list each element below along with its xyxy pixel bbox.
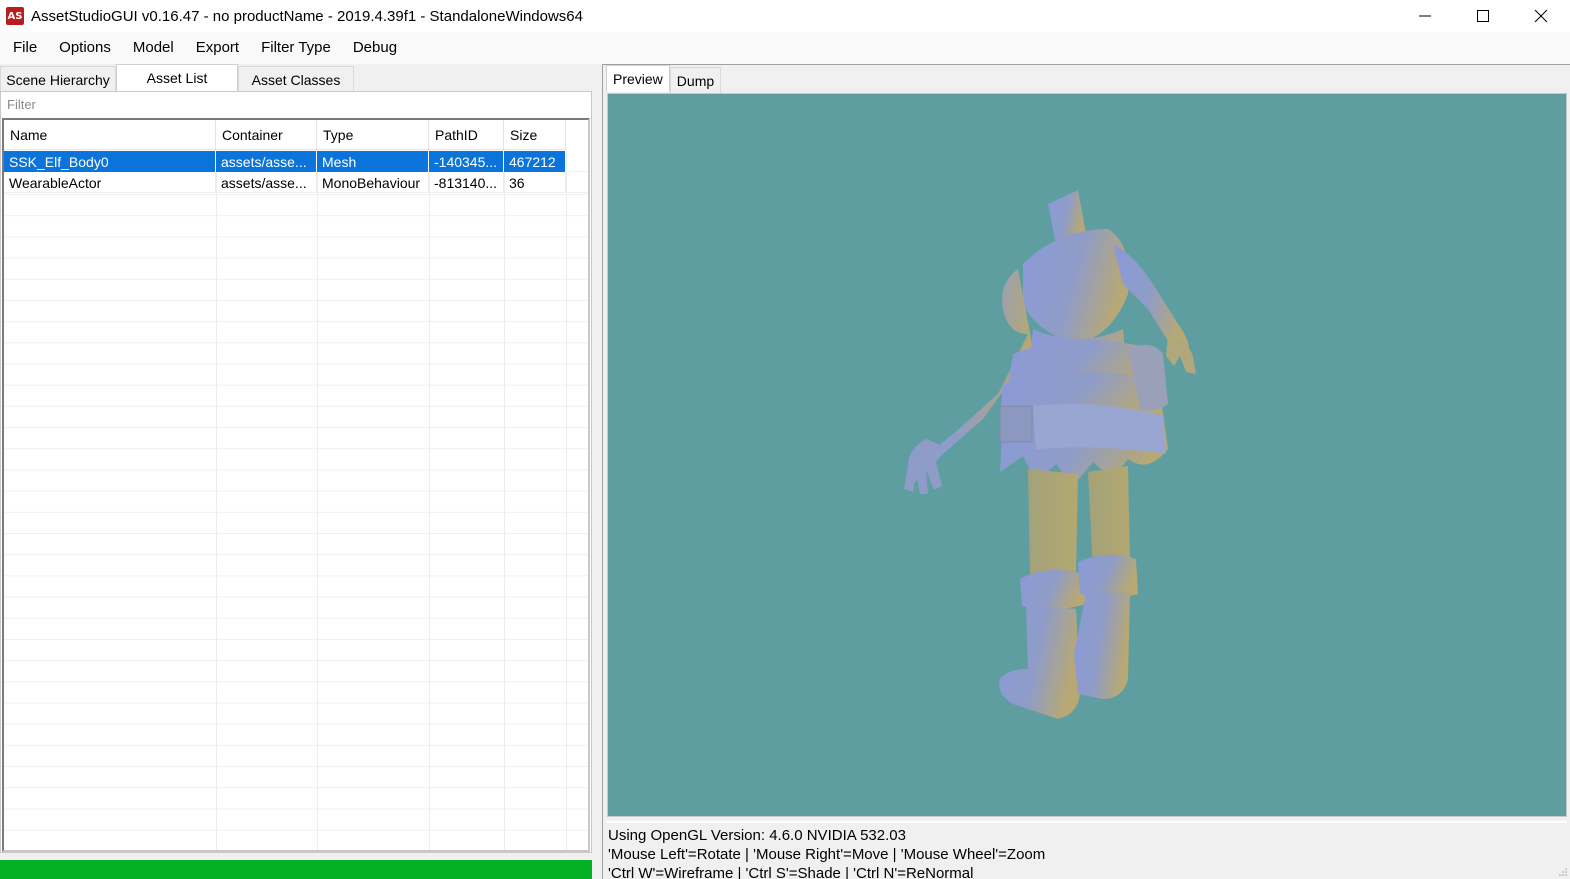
filter-input[interactable]: Filter: [3, 94, 589, 116]
window-title: AssetStudioGUI v0.16.47 - no productName…: [31, 7, 583, 25]
cell-type: MonoBehaviour: [317, 172, 429, 193]
tab-dump[interactable]: Dump: [669, 67, 722, 93]
model-preview-image: [904, 190, 1196, 719]
asset-list-page: Filter Name Container Type PathID Size S…: [0, 91, 592, 853]
cell-name: SSK_Elf_Body0: [4, 151, 216, 172]
list-header: Name Container Type PathID Size: [4, 120, 566, 150]
cell-size: 36: [504, 172, 566, 193]
list-gridlines: [4, 194, 588, 850]
mouse-controls-text: 'Mouse Left'=Rotate | 'Mouse Right'=Move…: [608, 846, 1046, 863]
tab-asset-list[interactable]: Asset List: [116, 64, 238, 91]
opengl-version-text: Using OpenGL Version: 4.6.0 NVIDIA 532.0…: [608, 827, 906, 844]
column-header-size[interactable]: Size: [504, 120, 566, 150]
menu-filter-type[interactable]: Filter Type: [250, 32, 342, 64]
tab-asset-classes[interactable]: Asset Classes: [238, 66, 354, 92]
menu-debug[interactable]: Debug: [342, 32, 408, 64]
asset-list-view[interactable]: Name Container Type PathID Size SSK_Elf_…: [2, 118, 590, 852]
close-button[interactable]: [1512, 0, 1570, 32]
minimize-button[interactable]: [1396, 0, 1454, 32]
close-icon: [1534, 9, 1548, 23]
cell-size: 467212: [504, 151, 566, 172]
list-rows: SSK_Elf_Body0 assets/asse... Mesh -14034…: [4, 151, 588, 193]
menu-file[interactable]: File: [2, 32, 48, 64]
left-tab-strip: Scene Hierarchy Asset List Asset Classes: [0, 64, 354, 92]
column-header-name[interactable]: Name: [4, 120, 216, 150]
grid-divider: [566, 151, 567, 850]
grid-divider: [429, 151, 430, 850]
cell-container: assets/asse...: [216, 172, 317, 193]
cell-pathid: -813140...: [429, 172, 504, 193]
tab-preview[interactable]: Preview: [606, 65, 670, 92]
cell-name: WearableActor: [4, 172, 216, 193]
title-bar: AS AssetStudioGUI v0.16.47 - no productN…: [0, 0, 1570, 32]
grid-divider: [216, 151, 217, 850]
cell-pathid: -140345...: [429, 151, 504, 172]
app-icon: AS: [6, 7, 24, 25]
maximize-icon: [1477, 10, 1489, 22]
grid-divider: [504, 151, 505, 850]
column-header-pathid[interactable]: PathID: [429, 120, 504, 150]
window-controls: [1396, 0, 1570, 32]
table-row[interactable]: WearableActor assets/asse... MonoBehavio…: [4, 172, 588, 193]
model-preview-viewport[interactable]: [607, 93, 1567, 817]
menu-bar: File Options Model Export Filter Type De…: [0, 32, 1570, 64]
cell-type: Mesh: [317, 151, 429, 172]
right-panel: Preview Dump Using OpenGL Version: 4.6.0…: [602, 64, 1570, 879]
tab-scene-hierarchy[interactable]: Scene Hierarchy: [0, 66, 116, 92]
table-row[interactable]: SSK_Elf_Body0 assets/asse... Mesh -14034…: [4, 151, 588, 172]
menu-model[interactable]: Model: [122, 32, 185, 64]
progress-bar: [0, 860, 592, 879]
opengl-info-panel: Using OpenGL Version: 4.6.0 NVIDIA 532.0…: [607, 821, 1567, 879]
right-tab-strip: Preview Dump: [606, 65, 722, 93]
left-panel: Scene Hierarchy Asset List Asset Classes…: [0, 64, 596, 879]
column-header-container[interactable]: Container: [216, 120, 317, 150]
maximize-button[interactable]: [1454, 0, 1512, 32]
cell-container: assets/asse...: [216, 151, 317, 172]
resize-grip-icon[interactable]: [1558, 867, 1568, 877]
menu-options[interactable]: Options: [48, 32, 122, 64]
menu-export[interactable]: Export: [185, 32, 250, 64]
keyboard-controls-text: 'Ctrl W'=Wireframe | 'Ctrl S'=Shade | 'C…: [608, 865, 974, 879]
minimize-icon: [1419, 15, 1431, 17]
grid-divider: [317, 151, 318, 850]
column-header-type[interactable]: Type: [317, 120, 429, 150]
